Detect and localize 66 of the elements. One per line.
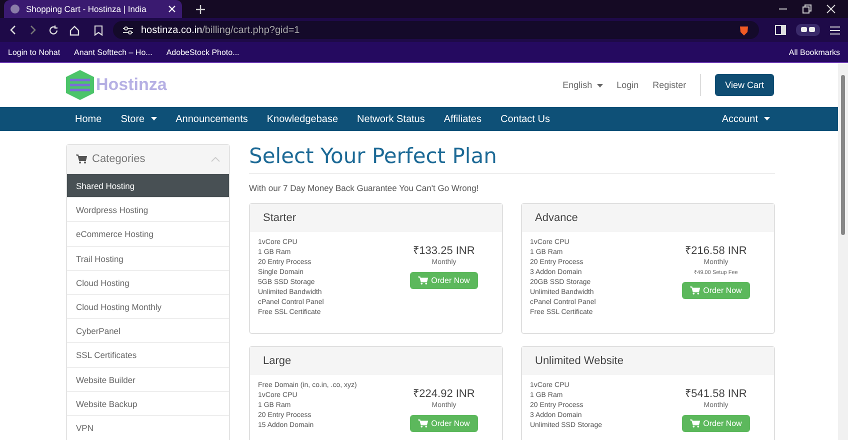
nav-link[interactable]: Announcements (176, 114, 248, 124)
bookmark-icon[interactable] (94, 24, 103, 36)
category-item[interactable]: Trail Hosting (67, 246, 229, 270)
caret-icon (150, 116, 157, 121)
home-icon[interactable] (69, 24, 80, 36)
glasses-icon (801, 27, 815, 33)
nav-link[interactable]: Knowledgebase (266, 114, 338, 124)
plan-name: Starter (263, 212, 296, 224)
plan-price: ₹133.25 INR (413, 244, 475, 257)
bookmark-link[interactable]: Login to Nohat (8, 48, 60, 56)
nav-link[interactable]: Home (75, 114, 102, 124)
language-dropdown[interactable]: English (562, 80, 603, 90)
nav-link[interactable]: Store (120, 114, 157, 124)
browser-tab[interactable]: Shopping Cart - Hostinza | India (4, 0, 182, 18)
menu-icon[interactable] (830, 26, 840, 34)
tagline: With our 7 Day Money Back Guarantee You Can't Go Wrong! (249, 183, 480, 193)
register-link[interactable]: Register (652, 80, 686, 90)
all-bookmarks-link[interactable]: All Bookmarks (788, 48, 840, 56)
category-item[interactable]: SSL Certificates (67, 342, 229, 366)
cart-icon (76, 154, 87, 164)
category-item[interactable]: CyberPanel (67, 318, 229, 342)
caret-icon (764, 116, 770, 121)
cart-icon (418, 276, 428, 285)
cart-icon (690, 419, 700, 428)
site-settings-icon[interactable] (123, 26, 133, 34)
plan-price: ₹216.58 INR (685, 244, 747, 257)
plan-name: Unlimited Website (535, 355, 624, 367)
globe-icon (10, 4, 20, 14)
category-item[interactable]: VPN (67, 414, 229, 440)
category-item[interactable]: Cloud Hosting Monthly (67, 294, 229, 318)
bookmark-link[interactable]: Anant Softtech – Ho... (74, 48, 152, 56)
close-window-icon[interactable] (826, 4, 836, 14)
category-item[interactable]: Shared Hosting (67, 173, 229, 198)
server-stack-icon (66, 70, 94, 100)
categories-header[interactable]: Categories (67, 145, 229, 173)
category-item[interactable]: Wordpress Hosting (67, 197, 229, 222)
bookmark-link[interactable]: AdobeStock Photo... (166, 48, 240, 56)
back-icon[interactable] (8, 25, 18, 35)
login-link[interactable]: Login (616, 80, 639, 90)
nav-link[interactable]: Network Status (357, 114, 425, 124)
forward-icon[interactable] (28, 25, 38, 35)
plan-name: Advance (535, 212, 578, 224)
new-tab-icon[interactable] (196, 4, 205, 14)
category-item[interactable]: Website Backup (67, 390, 229, 415)
cart-icon (418, 419, 428, 428)
category-item[interactable]: Website Builder (67, 366, 229, 391)
view-cart-button[interactable]: View Cart (715, 74, 774, 96)
plan-price: ₹541.58 INR (685, 387, 747, 400)
nav-link[interactable]: Contact Us (500, 114, 550, 124)
category-item[interactable]: eCommerce Hosting (67, 221, 229, 246)
caret-icon (596, 84, 603, 88)
category-item[interactable]: Cloud Hosting (67, 270, 229, 294)
sidebar-icon[interactable] (775, 25, 786, 35)
plan-price: ₹224.92 INR (413, 387, 475, 400)
nav-link[interactable]: Affiliates (444, 114, 482, 124)
page-title: Select Your Perfect Plan (249, 144, 775, 174)
address-bar[interactable]: hostinza.co.in/billing/cart.php?gid=1 (113, 21, 759, 39)
scrollbar[interactable] (838, 63, 848, 440)
shield-icon[interactable] (739, 24, 749, 36)
account-menu[interactable]: Account (722, 114, 770, 124)
plan-name: Large (263, 355, 292, 367)
profile-button[interactable] (796, 24, 820, 36)
restore-icon[interactable] (802, 4, 812, 14)
reload-icon[interactable] (48, 24, 59, 36)
close-icon[interactable] (168, 5, 176, 13)
cart-icon (690, 286, 700, 295)
